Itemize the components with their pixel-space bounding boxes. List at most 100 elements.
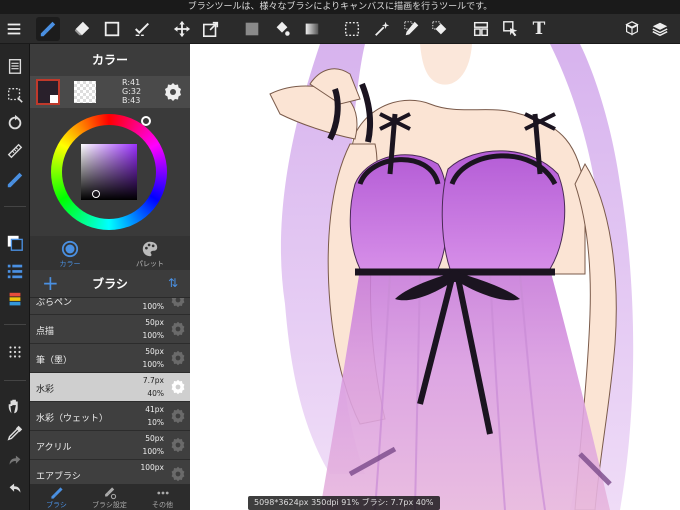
brush-row[interactable]: ぶらペン 100%: [30, 298, 190, 315]
color-wheel-area: [30, 108, 190, 236]
brush-row[interactable]: 水彩 7.7px 40%: [30, 373, 190, 402]
menu-icon[interactable]: [2, 17, 26, 41]
move-tool-icon[interactable]: [170, 17, 194, 41]
redo-icon[interactable]: [3, 449, 27, 473]
sort-icon[interactable]: ⇅: [168, 276, 178, 290]
app-window: ブラシツールは、様々なブラシによりキャンバスに描画を行うツールです。 T カラー…: [0, 0, 680, 510]
undo-icon[interactable]: [3, 477, 27, 501]
brush-size: 50px: [145, 434, 164, 443]
brush-name: 水彩: [36, 385, 55, 395]
rectangle-tool-icon[interactable]: [100, 17, 124, 41]
tab-brush-settings[interactable]: ブラシ設定: [83, 484, 136, 510]
brush-name: 水彩（ウェット）: [36, 414, 109, 424]
color-settings-gear-icon[interactable]: [163, 82, 183, 102]
brush-panel-header: + ブラシ ⇅: [30, 270, 190, 298]
hue-knob[interactable]: [141, 116, 151, 126]
brush-panel-title: ブラシ: [92, 277, 128, 291]
tab-other[interactable]: その他: [136, 484, 189, 510]
brush-settings-gear-icon[interactable]: [170, 350, 186, 366]
brush-row[interactable]: アクリル 50px 100%: [30, 431, 190, 460]
brush-settings-icon: [104, 487, 116, 500]
eraser-tool-icon[interactable]: [70, 17, 94, 41]
rail-divider: [4, 380, 26, 381]
brush-size: 7.7px: [142, 376, 164, 385]
brush-size: 100px: [140, 463, 164, 472]
palette-icon: [142, 241, 158, 257]
magic-select-icon[interactable]: [130, 17, 154, 41]
rotate-icon[interactable]: [3, 111, 27, 135]
tab-brush[interactable]: ブラシ: [30, 484, 83, 510]
bucket-tool-icon[interactable]: [270, 17, 294, 41]
brush-opacity: 100%: [142, 360, 164, 369]
brush-name: ぶらペン: [36, 298, 73, 308]
layers-icon[interactable]: [648, 17, 672, 41]
brush-settings-gear-icon[interactable]: [170, 408, 186, 424]
color-panel-toggle-icon[interactable]: [3, 231, 27, 255]
brush-row[interactable]: 点描 50px 100%: [30, 315, 190, 344]
eyedropper-icon[interactable]: [3, 421, 27, 445]
color-swatch-row: R:41 G:32 B:43: [30, 76, 190, 108]
drawing-canvas[interactable]: 5098*3624px 350dpi 91% ブラシ: 7.7px 40%: [190, 44, 680, 510]
select-arrow-icon[interactable]: [499, 17, 523, 41]
color-circle-icon: [61, 240, 79, 258]
brush-list[interactable]: ぶらペン 100% 点描 50px 100% 筆（墨） 50px 100% 水彩 7.7px 40%…: [30, 298, 190, 484]
brush-settings-gear-icon[interactable]: [170, 437, 186, 453]
brush-row[interactable]: 筆（墨） 50px 100%: [30, 344, 190, 373]
color-panel-tabs: カラー パレット: [30, 236, 190, 270]
tab-palette[interactable]: パレット: [110, 236, 190, 270]
foreground-color-swatch[interactable]: [36, 79, 60, 105]
saturation-value-square[interactable]: [81, 144, 137, 200]
status-message: ブラシツールは、様々なブラシによりキャンバスに描画を行うツールです。: [187, 2, 493, 12]
transform-tool-icon[interactable]: [199, 17, 223, 41]
brush-name: 筆（墨）: [36, 356, 73, 366]
brush-tool-icon[interactable]: [36, 17, 60, 41]
rgb-b-value: B:43: [122, 96, 141, 105]
sv-knob[interactable]: [92, 190, 100, 198]
text-tool-icon[interactable]: T: [527, 17, 551, 41]
rail-divider: [4, 206, 26, 207]
magic-wand-icon[interactable]: [370, 17, 394, 41]
brush-name: 点描: [36, 327, 55, 337]
brush-tool-rail-icon[interactable]: [3, 168, 27, 192]
background-color-swatch[interactable]: [74, 81, 96, 103]
brush-panel: + ブラシ ⇅ ぶらペン 100% 点描 50px 100% 筆（墨） 50px 100% 水彩…: [30, 270, 190, 484]
top-toolbar: T: [0, 14, 680, 44]
hand-icon[interactable]: [3, 394, 27, 418]
brush-size: 50px: [145, 347, 164, 356]
brush-opacity: 10%: [147, 418, 164, 427]
selection-icon[interactable]: [3, 83, 27, 107]
ruler-icon[interactable]: [3, 139, 27, 163]
materials-icon[interactable]: [620, 17, 644, 41]
brush-settings-gear-icon[interactable]: [170, 379, 186, 395]
gradient-tool-icon[interactable]: [300, 17, 324, 41]
brush-settings-gear-icon[interactable]: [170, 321, 186, 337]
brush-settings-gear-icon[interactable]: [170, 466, 186, 482]
bottom-tab-bar: ブラシ ブラシ設定 その他: [30, 484, 190, 510]
brush-size: 50px: [145, 318, 164, 327]
select-rect-icon[interactable]: [340, 17, 364, 41]
layer-panel-toggle-icon[interactable]: [3, 288, 27, 312]
fill-color-icon[interactable]: [240, 17, 264, 41]
brush-settings-gear-icon[interactable]: [170, 298, 186, 308]
color-panel-title: カラー: [30, 44, 190, 76]
more-dots-icon: [156, 491, 169, 495]
brush-panel-toggle-icon[interactable]: [3, 259, 27, 283]
select-pen-icon[interactable]: [400, 17, 424, 41]
rgb-r-value: R:41: [122, 78, 141, 87]
grid-dots-icon[interactable]: [3, 340, 27, 364]
status-bar: ブラシツールは、様々なブラシによりキャンバスに描画を行うツールです。: [0, 0, 680, 14]
layout-tool-icon[interactable]: [469, 17, 493, 41]
brush-row[interactable]: エアブラシ 100px: [30, 460, 190, 484]
artwork-illustration: [269, 44, 634, 510]
brush-name: アクリル: [36, 443, 72, 453]
brush-row[interactable]: 水彩（ウェット） 41px 10%: [30, 402, 190, 431]
brush-icon: [50, 487, 63, 499]
brush-size: 41px: [145, 405, 164, 414]
select-eraser-icon[interactable]: [428, 17, 452, 41]
brush-opacity: 100%: [142, 302, 164, 311]
tab-color[interactable]: カラー: [30, 236, 110, 270]
brush-name: エアブラシ: [36, 472, 81, 482]
left-tool-rail: [0, 44, 30, 510]
document-icon[interactable]: [3, 54, 27, 78]
rgb-g-value: G:32: [122, 87, 142, 96]
